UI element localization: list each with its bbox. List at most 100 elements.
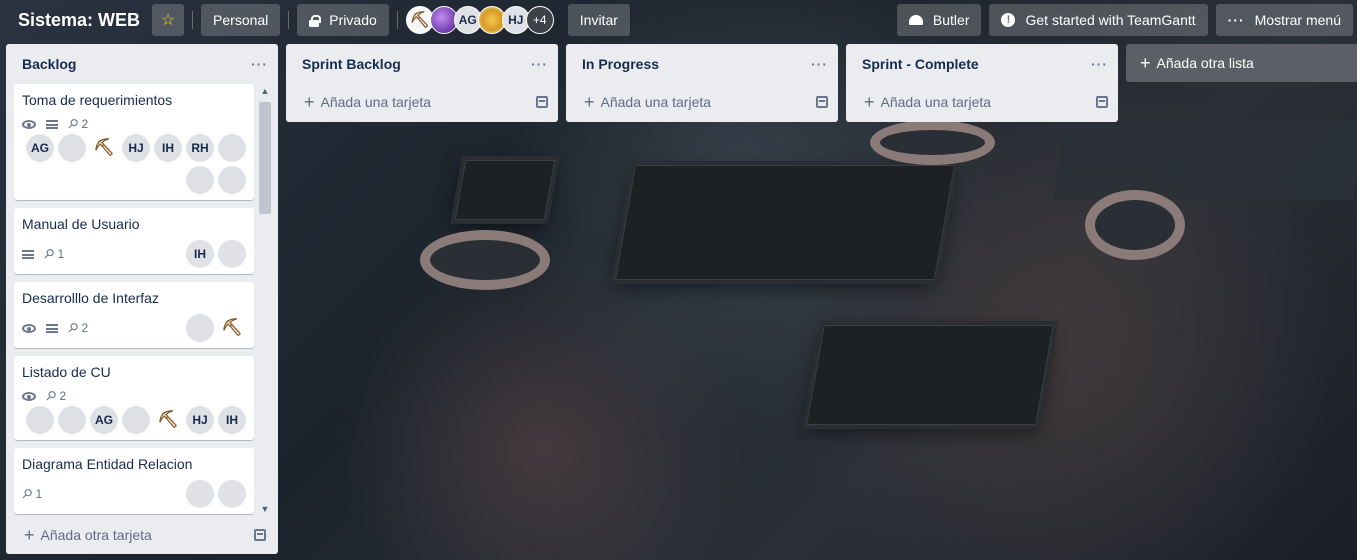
card-member-avatar[interactable] — [218, 134, 246, 162]
scroll-down-arrow-icon[interactable]: ▼ — [260, 504, 270, 514]
card-member-avatar[interactable] — [186, 314, 214, 342]
list-header: Sprint Backlog ··· — [286, 44, 558, 84]
show-menu-button[interactable]: ··· Mostrar menú — [1215, 4, 1353, 36]
card-template-icon[interactable] — [816, 96, 828, 108]
card-template-icon[interactable] — [1096, 96, 1108, 108]
list-scrollbar[interactable]: ▲ ▼ — [258, 84, 272, 516]
description-badge — [46, 323, 58, 333]
card[interactable]: Listado de CU ⚲ 2 AG ⛏ HJ IH — [14, 356, 254, 440]
plus-icon: + — [584, 92, 595, 112]
card-member-avatar[interactable] — [218, 240, 246, 268]
board-members: ⛏ AG HJ +4 — [405, 6, 554, 34]
card-member[interactable]: AG — [90, 406, 118, 434]
add-card-button[interactable]: + Añada una tarjeta — [584, 93, 711, 111]
description-icon — [22, 249, 34, 259]
board-title[interactable]: Sistema: WEB — [4, 10, 152, 31]
card-member-avatar[interactable] — [26, 406, 54, 434]
pickaxe-icon: ⛏ — [409, 12, 430, 29]
cards-container: Toma de requerimientos ⚲ 2 AG ⛏ HJ IH RH … — [14, 84, 254, 516]
card-footer: ⚲ 2 ⛏ — [22, 314, 246, 342]
card-member[interactable]: HJ — [122, 134, 150, 162]
card-member[interactable]: IH — [154, 134, 182, 162]
card-member[interactable]: IH — [218, 406, 246, 434]
card-members: AG ⛏ HJ IH — [22, 406, 246, 434]
card-member-avatar[interactable] — [58, 406, 86, 434]
header-divider — [288, 11, 290, 29]
teamgantt-label: Get started with TeamGantt — [1025, 12, 1196, 28]
list-menu-button[interactable]: ··· — [1091, 56, 1108, 72]
list-header: In Progress ··· — [566, 44, 838, 84]
card-title: Diagrama Entidad Relacion — [22, 456, 193, 472]
card-title: Desarrolllo de Interfaz — [22, 290, 159, 306]
card-title: Listado de CU — [22, 364, 111, 380]
team-visibility-button[interactable]: Personal — [201, 4, 281, 36]
description-badge — [22, 249, 34, 259]
card-member-avatar[interactable] — [122, 406, 150, 434]
description-icon — [46, 119, 58, 129]
attachments-count: 2 — [81, 117, 89, 131]
card-member-avatar[interactable] — [58, 134, 86, 162]
card-member-avatar[interactable]: ⛏ — [154, 406, 182, 434]
card-member-avatar[interactable] — [186, 480, 214, 508]
list-sprint-backlog: Sprint Backlog ··· + Añada una tarjeta — [286, 44, 558, 122]
card-member-avatar[interactable] — [218, 166, 246, 194]
list-title[interactable]: Sprint Backlog — [302, 56, 401, 72]
watch-badge — [22, 391, 36, 401]
list-title[interactable]: Sprint - Complete — [862, 56, 979, 72]
card-template-icon[interactable] — [254, 529, 266, 541]
card-template-icon[interactable] — [536, 96, 548, 108]
card-member[interactable]: IH — [186, 240, 214, 268]
list-menu-button[interactable]: ··· — [251, 56, 268, 72]
card-badges: ⚲ 1 — [22, 245, 74, 262]
teamgantt-button[interactable]: ! Get started with TeamGantt — [989, 4, 1208, 36]
card-members — [186, 480, 246, 508]
attachments-badge: ⚲ 1 — [18, 485, 42, 502]
card[interactable]: Desarrolllo de Interfaz ⚲ 2 ⛏ — [14, 282, 254, 348]
list-header: Sprint - Complete ··· — [846, 44, 1118, 84]
add-card-button[interactable]: + Añada una tarjeta — [304, 93, 431, 111]
more-members-button[interactable]: +4 — [525, 6, 554, 34]
card[interactable]: Diagrama Entidad Relacion ⚲ 1 — [14, 448, 254, 514]
paperclip-icon: ⚲ — [42, 386, 60, 405]
list-menu-button[interactable]: ··· — [811, 56, 828, 72]
card-members: AG ⛏ HJ IH RH — [22, 134, 246, 194]
header-right-actions: Butler ! Get started with TeamGantt ··· … — [896, 4, 1353, 36]
card-member[interactable]: HJ — [186, 406, 214, 434]
plus-icon: + — [304, 92, 315, 112]
card[interactable]: Toma de requerimientos ⚲ 2 AG ⛏ HJ IH RH — [14, 84, 254, 200]
attachments-badge: ⚲ 2 — [64, 319, 89, 336]
scroll-up-arrow-icon[interactable]: ▲ — [260, 86, 270, 96]
attachments-count: 2 — [81, 321, 89, 335]
show-menu-label: Mostrar menú — [1254, 12, 1341, 28]
list-menu-button[interactable]: ··· — [531, 56, 548, 72]
add-card-button[interactable]: + Añada una tarjeta — [864, 93, 991, 111]
list-title[interactable]: Backlog — [22, 56, 76, 72]
attachments-badge: ⚲ 2 — [42, 387, 67, 404]
butler-button[interactable]: Butler — [896, 4, 982, 36]
list-title[interactable]: In Progress — [582, 56, 659, 72]
card-member-avatar[interactable] — [186, 166, 214, 194]
card-member-avatar[interactable] — [218, 480, 246, 508]
card-member-avatar[interactable]: ⛏ — [90, 134, 118, 162]
card-member-avatar[interactable]: ⛏ — [218, 314, 246, 342]
info-icon: ! — [1001, 13, 1016, 27]
pickaxe-icon: ⛏ — [157, 410, 179, 429]
more-dots-icon: ··· — [1227, 12, 1245, 28]
star-button[interactable]: ☆ — [152, 4, 185, 36]
plus-icon: + — [864, 92, 875, 112]
plus-icon: + — [1140, 53, 1151, 73]
card-member[interactable]: AG — [26, 134, 54, 162]
board-header: Sistema: WEB ☆ Personal Privado ⛏ AG HJ … — [0, 0, 1357, 40]
card-badges: ⚲ 2 — [22, 387, 246, 404]
privacy-button[interactable]: Privado — [297, 4, 389, 36]
scroll-thumb[interactable] — [259, 102, 271, 214]
add-card-button[interactable]: + Añada otra tarjeta — [24, 526, 152, 544]
card[interactable]: Manual de Usuario ⚲ 1 IH — [14, 208, 254, 274]
add-list-button[interactable]: + Añada otra lista — [1126, 44, 1357, 82]
paperclip-icon: ⚲ — [64, 114, 82, 133]
invite-button[interactable]: Invitar — [567, 4, 630, 36]
card-badges: ⚲ 2 — [22, 319, 98, 336]
header-divider — [192, 11, 194, 29]
attachments-count: 2 — [59, 389, 67, 403]
card-member[interactable]: RH — [186, 134, 214, 162]
